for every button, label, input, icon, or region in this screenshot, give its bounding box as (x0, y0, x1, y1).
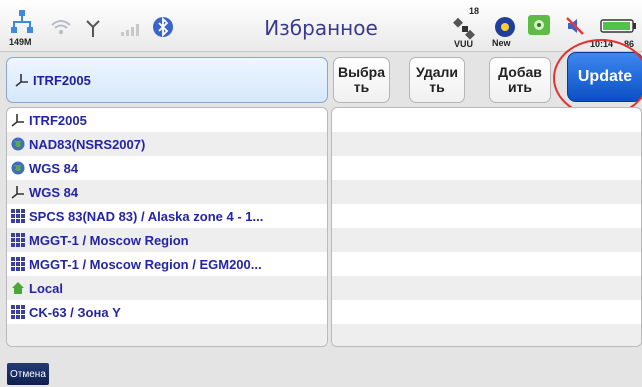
list-item[interactable]: Local (7, 276, 327, 300)
globe-icon (11, 137, 25, 151)
gps-fix-icon[interactable] (527, 14, 551, 40)
details-panel (331, 107, 642, 347)
signal-icon[interactable] (120, 22, 142, 41)
details-row (332, 324, 641, 346)
list-item-label: NAD83(NSRS2007) (29, 136, 146, 152)
list-item-label: ITRF2005 (29, 112, 87, 128)
globe-icon (11, 161, 25, 175)
details-row (332, 180, 641, 204)
cancel-button[interactable]: Отмена (7, 363, 49, 385)
select-button[interactable]: Выбра ть (333, 57, 390, 103)
grid-icon (11, 257, 25, 271)
list-item-label: WGS 84 (29, 184, 79, 200)
list-item[interactable]: MGGT-1 / Moscow Region / EGM200... (7, 252, 327, 276)
new-label: New (492, 38, 511, 48)
status-bar: 149M Избранное 18 VUU New 10:14 86 (0, 0, 642, 52)
satellite-label: VUU (454, 39, 474, 49)
new-badge-icon[interactable]: New (490, 16, 520, 50)
wifi-icon[interactable] (50, 18, 72, 40)
geocentric-axes-icon (11, 113, 25, 127)
grid-icon (11, 209, 25, 223)
battery-percent: 86 (624, 39, 635, 49)
house-icon (11, 281, 25, 295)
details-row (332, 252, 641, 276)
satellite-count: 18 (469, 6, 480, 16)
delete-button[interactable]: Удали ть (409, 57, 465, 103)
list-item-label: CK-63 / Зона Y (29, 304, 121, 320)
details-row (332, 204, 641, 228)
systems-list[interactable]: ITRF2005 NAD83(NSRS2007) WGS 84 WGS 84 SPCS … (6, 107, 328, 347)
selected-system-label: ITRF2005 (33, 72, 91, 88)
details-row (332, 156, 641, 180)
geocentric-axes-icon (15, 73, 29, 87)
list-item[interactable]: MGGT-1 / Moscow Region (7, 228, 327, 252)
clock: 10:14 (590, 39, 614, 49)
list-item-label: SPCS 83(NAD 83) / Alaska zone 4 - 1... (29, 208, 264, 224)
empty-row (7, 324, 327, 346)
add-button[interactable]: Добав ить (489, 57, 551, 103)
list-item[interactable]: CK-63 / Зона Y (7, 300, 327, 324)
selected-system-field[interactable]: ITRF2005 (6, 57, 328, 103)
list-item-label: MGGT-1 / Moscow Region (29, 232, 189, 248)
bluetooth-icon[interactable] (152, 16, 174, 42)
antenna-icon[interactable] (85, 18, 101, 42)
list-item-label: Local (29, 280, 63, 296)
details-row (332, 228, 641, 252)
list-item-label: MGGT-1 / Moscow Region / EGM200... (29, 256, 262, 272)
details-row (332, 108, 641, 132)
list-item[interactable]: SPCS 83(NAD 83) / Alaska zone 4 - 1... (7, 204, 327, 228)
satellite-icon[interactable]: 18 VUU (448, 6, 482, 50)
battery-icon[interactable] (600, 18, 640, 37)
update-button[interactable]: Update (567, 52, 642, 102)
network-label: 149M (9, 37, 32, 47)
grid-icon (11, 233, 25, 247)
grid-icon (11, 305, 25, 319)
list-item[interactable]: WGS 84 (7, 156, 327, 180)
page-title: Избранное (264, 16, 378, 40)
details-row (332, 276, 641, 300)
speaker-muted-icon[interactable] (565, 16, 585, 40)
network-icon[interactable]: 149M (9, 9, 37, 49)
details-row (332, 300, 641, 324)
details-row (332, 132, 641, 156)
list-item[interactable]: WGS 84 (7, 180, 327, 204)
list-item-label: WGS 84 (29, 160, 79, 176)
list-item[interactable]: ITRF2005 (7, 108, 327, 132)
geocentric-axes-icon (11, 185, 25, 199)
list-item[interactable]: NAD83(NSRS2007) (7, 132, 327, 156)
